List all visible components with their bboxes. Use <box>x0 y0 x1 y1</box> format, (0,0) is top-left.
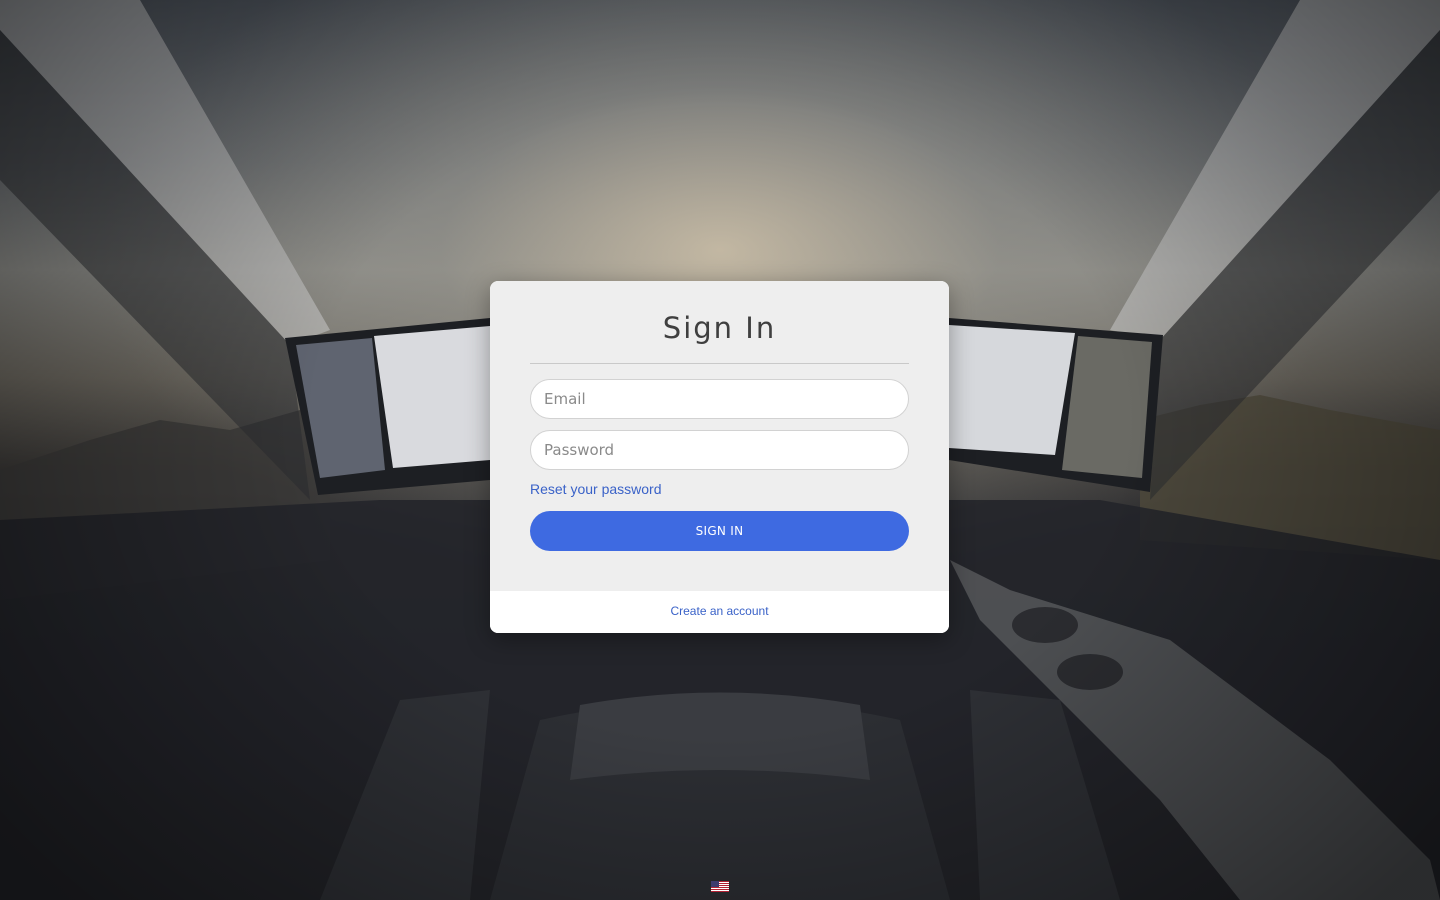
sign-in-card: Sign In Reset your password SIGN IN Crea… <box>490 281 949 633</box>
title-divider <box>530 363 909 364</box>
sign-in-button[interactable]: SIGN IN <box>530 511 909 551</box>
right-display-icon <box>949 318 1163 492</box>
left-display-icon <box>285 318 490 495</box>
page-title: Sign In <box>662 311 777 345</box>
create-account-link[interactable]: Create an account <box>670 604 768 618</box>
us-flag-icon[interactable] <box>711 881 729 892</box>
password-field[interactable] <box>530 430 909 470</box>
reset-password-link[interactable]: Reset your password <box>530 481 662 497</box>
sign-in-form: Sign In Reset your password SIGN IN <box>490 281 949 591</box>
email-field[interactable] <box>530 379 909 419</box>
card-footer: Create an account <box>490 591 949 633</box>
